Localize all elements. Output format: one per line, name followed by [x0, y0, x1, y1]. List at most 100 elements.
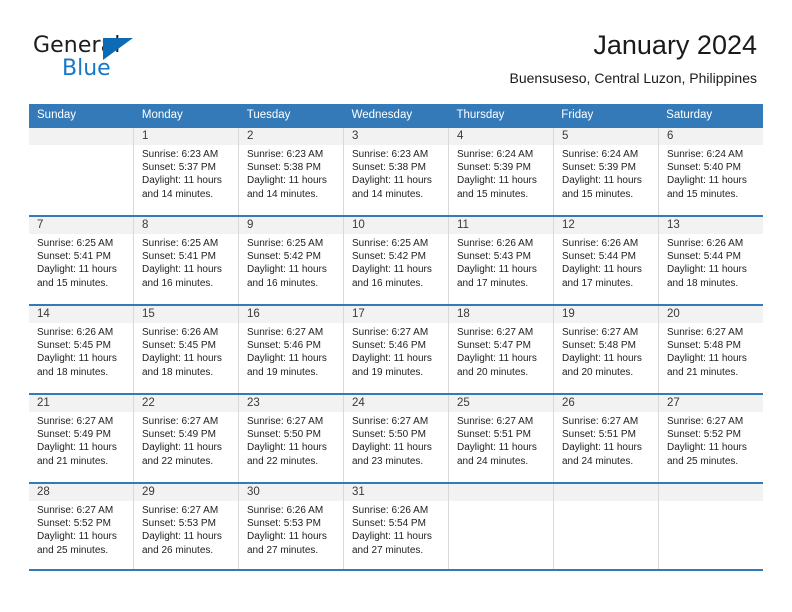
- day-cell[interactable]: 20 Sunrise: 6:27 AM Sunset: 5:48 PM Dayl…: [659, 306, 763, 393]
- sunset-text: Sunset: 5:48 PM: [562, 340, 636, 352]
- day-number: 25: [449, 395, 553, 412]
- sunset-text: Sunset: 5:51 PM: [457, 429, 531, 441]
- sunrise-text: Sunrise: 6:23 AM: [352, 149, 429, 160]
- daylight-text-line1: Daylight: 11 hours: [247, 531, 327, 543]
- day-cell[interactable]: 15 Sunrise: 6:26 AM Sunset: 5:45 PM Dayl…: [134, 306, 239, 393]
- sunset-text: Sunset: 5:46 PM: [247, 340, 321, 352]
- daylight-text-line2: and 19 minutes.: [352, 366, 424, 378]
- day-number: 19: [554, 306, 658, 323]
- week-row: 28 Sunrise: 6:27 AM Sunset: 5:52 PM Dayl…: [29, 482, 763, 571]
- day-cell[interactable]: 5 Sunrise: 6:24 AM Sunset: 5:39 PM Dayli…: [554, 128, 659, 215]
- day-cell[interactable]: 29 Sunrise: 6:27 AM Sunset: 5:53 PM Dayl…: [134, 484, 239, 569]
- day-details: Sunrise: 6:23 AM Sunset: 5:37 PM Dayligh…: [134, 145, 238, 201]
- sunset-text: Sunset: 5:53 PM: [247, 518, 321, 530]
- daylight-text-line2: and 16 minutes.: [352, 277, 424, 289]
- day-cell[interactable]: 19 Sunrise: 6:27 AM Sunset: 5:48 PM Dayl…: [554, 306, 659, 393]
- weekday-saturday: Saturday: [666, 109, 713, 121]
- day-number: 16: [239, 306, 343, 323]
- calendar-page: General Blue January 2024 Buensuseso, Ce…: [0, 0, 792, 612]
- sunset-text: Sunset: 5:47 PM: [457, 340, 531, 352]
- daylight-text-line1: Daylight: 11 hours: [562, 175, 642, 187]
- daylight-text-line2: and 25 minutes.: [667, 455, 739, 467]
- day-cell[interactable]: 10 Sunrise: 6:25 AM Sunset: 5:42 PM Dayl…: [344, 217, 449, 304]
- day-number: 18: [449, 306, 553, 323]
- day-number: 15: [134, 306, 238, 323]
- day-cell[interactable]: [554, 484, 659, 569]
- day-cell[interactable]: 12 Sunrise: 6:26 AM Sunset: 5:44 PM Dayl…: [554, 217, 659, 304]
- day-number: [659, 484, 763, 501]
- day-cell[interactable]: 4 Sunrise: 6:24 AM Sunset: 5:39 PM Dayli…: [449, 128, 554, 215]
- day-cell[interactable]: 9 Sunrise: 6:25 AM Sunset: 5:42 PM Dayli…: [239, 217, 344, 304]
- sunset-text: Sunset: 5:38 PM: [247, 162, 321, 174]
- day-number: 28: [29, 484, 133, 501]
- day-cell[interactable]: 8 Sunrise: 6:25 AM Sunset: 5:41 PM Dayli…: [134, 217, 239, 304]
- day-cell[interactable]: 30 Sunrise: 6:26 AM Sunset: 5:53 PM Dayl…: [239, 484, 344, 569]
- sunrise-text: Sunrise: 6:24 AM: [457, 149, 534, 160]
- day-details: Sunrise: 6:26 AM Sunset: 5:53 PM Dayligh…: [239, 501, 343, 557]
- daylight-text-line1: Daylight: 11 hours: [352, 442, 432, 454]
- day-details: Sunrise: 6:25 AM Sunset: 5:42 PM Dayligh…: [239, 234, 343, 290]
- day-cell[interactable]: [29, 128, 134, 215]
- general-blue-logo[interactable]: General Blue: [33, 33, 173, 83]
- day-cell[interactable]: 13 Sunrise: 6:26 AM Sunset: 5:44 PM Dayl…: [659, 217, 763, 304]
- sunset-text: Sunset: 5:44 PM: [562, 251, 636, 263]
- daylight-text-line2: and 27 minutes.: [247, 544, 319, 556]
- day-cell[interactable]: 26 Sunrise: 6:27 AM Sunset: 5:51 PM Dayl…: [554, 395, 659, 482]
- day-cell[interactable]: 24 Sunrise: 6:27 AM Sunset: 5:50 PM Dayl…: [344, 395, 449, 482]
- sunrise-text: Sunrise: 6:27 AM: [667, 416, 744, 427]
- day-details: Sunrise: 6:24 AM Sunset: 5:40 PM Dayligh…: [659, 145, 763, 201]
- day-number: 21: [29, 395, 133, 412]
- day-details: Sunrise: 6:27 AM Sunset: 5:48 PM Dayligh…: [659, 323, 763, 379]
- day-cell[interactable]: 1 Sunrise: 6:23 AM Sunset: 5:37 PM Dayli…: [134, 128, 239, 215]
- day-details: Sunrise: 6:26 AM Sunset: 5:44 PM Dayligh…: [554, 234, 658, 290]
- day-details: Sunrise: 6:27 AM Sunset: 5:49 PM Dayligh…: [29, 412, 133, 468]
- day-details: Sunrise: 6:27 AM Sunset: 5:51 PM Dayligh…: [554, 412, 658, 468]
- day-cell[interactable]: 31 Sunrise: 6:26 AM Sunset: 5:54 PM Dayl…: [344, 484, 449, 569]
- day-number: 2: [239, 128, 343, 145]
- daylight-text-line1: Daylight: 11 hours: [667, 175, 747, 187]
- day-cell[interactable]: 23 Sunrise: 6:27 AM Sunset: 5:50 PM Dayl…: [239, 395, 344, 482]
- day-cell[interactable]: 18 Sunrise: 6:27 AM Sunset: 5:47 PM Dayl…: [449, 306, 554, 393]
- day-number: 6: [659, 128, 763, 145]
- daylight-text-line2: and 17 minutes.: [562, 277, 634, 289]
- daylight-text-line2: and 21 minutes.: [667, 366, 739, 378]
- day-cell[interactable]: 25 Sunrise: 6:27 AM Sunset: 5:51 PM Dayl…: [449, 395, 554, 482]
- day-details: Sunrise: 6:27 AM Sunset: 5:52 PM Dayligh…: [29, 501, 133, 557]
- day-cell[interactable]: 22 Sunrise: 6:27 AM Sunset: 5:49 PM Dayl…: [134, 395, 239, 482]
- sunset-text: Sunset: 5:45 PM: [142, 340, 216, 352]
- day-cell[interactable]: [659, 484, 763, 569]
- day-cell[interactable]: 11 Sunrise: 6:26 AM Sunset: 5:43 PM Dayl…: [449, 217, 554, 304]
- day-cell[interactable]: 28 Sunrise: 6:27 AM Sunset: 5:52 PM Dayl…: [29, 484, 134, 569]
- day-number: 22: [134, 395, 238, 412]
- day-details: Sunrise: 6:26 AM Sunset: 5:43 PM Dayligh…: [449, 234, 553, 290]
- day-details: Sunrise: 6:27 AM Sunset: 5:47 PM Dayligh…: [449, 323, 553, 379]
- weekday-sunday: Sunday: [37, 109, 77, 121]
- day-cell[interactable]: 21 Sunrise: 6:27 AM Sunset: 5:49 PM Dayl…: [29, 395, 134, 482]
- day-cell[interactable]: 7 Sunrise: 6:25 AM Sunset: 5:41 PM Dayli…: [29, 217, 134, 304]
- day-cell[interactable]: [449, 484, 554, 569]
- sunset-text: Sunset: 5:40 PM: [667, 162, 741, 174]
- day-cell[interactable]: 3 Sunrise: 6:23 AM Sunset: 5:38 PM Dayli…: [344, 128, 449, 215]
- day-cell[interactable]: 27 Sunrise: 6:27 AM Sunset: 5:52 PM Dayl…: [659, 395, 763, 482]
- week-row: 21 Sunrise: 6:27 AM Sunset: 5:49 PM Dayl…: [29, 393, 763, 482]
- day-cell[interactable]: 6 Sunrise: 6:24 AM Sunset: 5:40 PM Dayli…: [659, 128, 763, 215]
- sunrise-text: Sunrise: 6:26 AM: [142, 327, 219, 338]
- daylight-text-line2: and 16 minutes.: [142, 277, 214, 289]
- sunset-text: Sunset: 5:45 PM: [37, 340, 111, 352]
- day-number: 29: [134, 484, 238, 501]
- daylight-text-line2: and 18 minutes.: [667, 277, 739, 289]
- day-number: 3: [344, 128, 448, 145]
- sunset-text: Sunset: 5:46 PM: [352, 340, 426, 352]
- day-number: 17: [344, 306, 448, 323]
- day-cell[interactable]: 17 Sunrise: 6:27 AM Sunset: 5:46 PM Dayl…: [344, 306, 449, 393]
- sunrise-text: Sunrise: 6:27 AM: [562, 416, 639, 427]
- daylight-text-line2: and 21 minutes.: [37, 455, 109, 467]
- day-cell[interactable]: 14 Sunrise: 6:26 AM Sunset: 5:45 PM Dayl…: [29, 306, 134, 393]
- day-number: 7: [29, 217, 133, 234]
- day-number: [554, 484, 658, 501]
- sunrise-text: Sunrise: 6:27 AM: [37, 416, 114, 427]
- daylight-text-line2: and 23 minutes.: [352, 455, 424, 467]
- day-cell[interactable]: 16 Sunrise: 6:27 AM Sunset: 5:46 PM Dayl…: [239, 306, 344, 393]
- day-cell[interactable]: 2 Sunrise: 6:23 AM Sunset: 5:38 PM Dayli…: [239, 128, 344, 215]
- day-details: Sunrise: 6:26 AM Sunset: 5:54 PM Dayligh…: [344, 501, 448, 557]
